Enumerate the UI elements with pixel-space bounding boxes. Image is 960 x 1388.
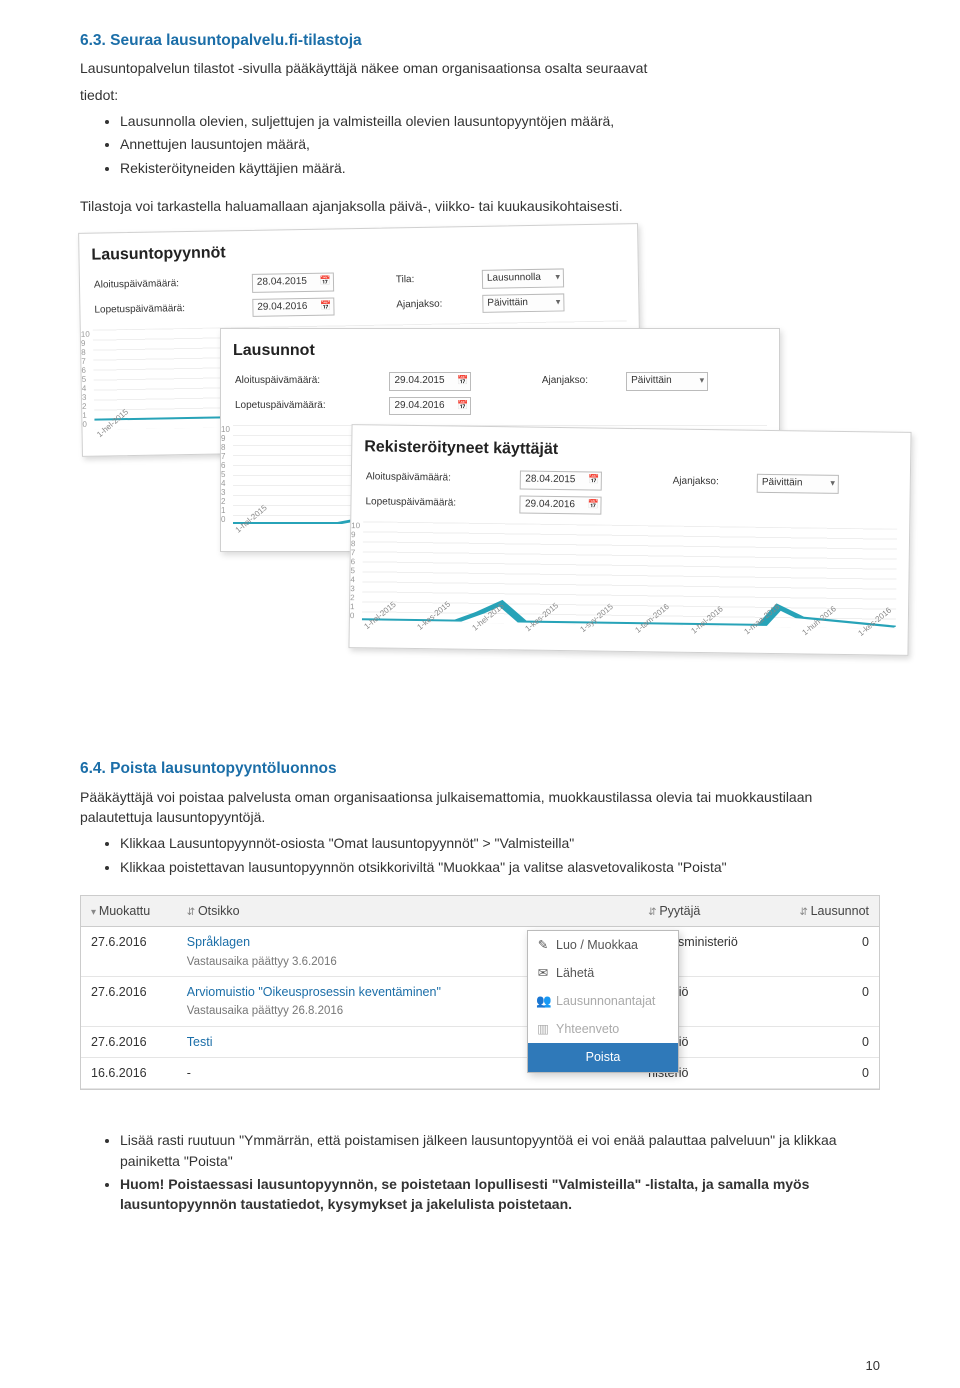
menu-item-yhteenveto[interactable]: ▥Yhteenveto <box>528 1015 678 1043</box>
cell-cnt: 0 <box>771 1027 879 1058</box>
cell-date: 27.6.2016 <box>81 1027 177 1058</box>
end-date-input[interactable]: 29.04.2016 <box>252 297 334 317</box>
bullet: Klikkaa Lausuntopyynnöt-osiosta "Omat la… <box>120 833 880 853</box>
cell-date: 27.6.2016 <box>81 977 177 1027</box>
footer-bullets: Lisää rasti ruutuun "Ymmärrän, että pois… <box>80 1130 880 1214</box>
row-sub: Vastausaika päättyy 26.8.2016 <box>187 1005 343 1017</box>
lbl-end: Lopetuspäivämäärä: <box>235 395 387 418</box>
bullet: Annettujen lausuntojen määrä, <box>120 134 880 154</box>
lbl-start: Aloituspäivämäärä: <box>235 370 387 393</box>
cell-cnt: 0 <box>771 1058 879 1089</box>
end-date-input[interactable]: 29.04.2016 <box>520 495 602 515</box>
x-axis: 1-hel-20151-kes-20151-hel-20151-kes-2015… <box>362 624 896 643</box>
col-modified[interactable]: Muokattu <box>81 896 177 927</box>
bullet: Lisää rasti ruutuun "Ymmärrän, että pois… <box>120 1130 880 1171</box>
end-date-input[interactable]: 29.04.2016 <box>389 397 471 416</box>
table-row[interactable]: 27.6.2016 Arviomuistio "Oikeusprosessin … <box>81 977 879 1027</box>
cell-date: 16.6.2016 <box>81 1058 177 1089</box>
menu-item-luo[interactable]: ✎Luo / Muokkaa <box>528 931 678 959</box>
start-date-input[interactable]: 29.04.2015 <box>389 372 471 391</box>
menu-item-poista[interactable]: Poista <box>528 1043 678 1071</box>
chart-title: Lausuntopyynnöt <box>91 235 625 268</box>
period-select[interactable]: Päivittäin <box>482 293 564 313</box>
cell-date: 27.6.2016 <box>81 927 177 977</box>
lbl-end: Lopetuspäivämäärä: <box>365 491 518 516</box>
heading-6-4: 6.4. Poista lausuntopyyntöluonnos <box>80 758 880 780</box>
lbl-end: Lopetuspäivämäärä: <box>94 297 250 322</box>
mail-icon: ✉ <box>536 964 550 982</box>
col-count[interactable]: Lausunnot <box>771 896 879 927</box>
page-number: 10 <box>866 1357 880 1376</box>
col-title[interactable]: Otsikko <box>177 896 508 927</box>
period-select[interactable]: Päivittäin <box>626 372 708 391</box>
lbl-period: Ajanjakso: <box>396 293 481 317</box>
lbl-start: Aloituspäivämäärä: <box>94 272 250 297</box>
bullets-6-4: Klikkaa Lausuntopyynnöt-osiosta "Omat la… <box>80 833 880 877</box>
start-date-input[interactable]: 28.04.2015 <box>252 273 334 293</box>
intro-6-3-b: tiedot: <box>80 85 880 105</box>
note-6-3: Tilastoja voi tarkastella haluamallaan a… <box>80 196 880 216</box>
row-sub: Vastausaika päättyy 3.6.2016 <box>187 956 337 968</box>
table-row[interactable]: 16.6.2016 - nisteriö 0 <box>81 1058 879 1089</box>
table-row[interactable]: 27.6.2016 Testi nisteriö 0 <box>81 1027 879 1058</box>
period-select[interactable]: Päivittäin <box>757 474 839 494</box>
bullet: Huom! Poistaessasi lausuntopyynnön, se p… <box>120 1174 880 1215</box>
menu-item-laheta[interactable]: ✉Lähetä <box>528 959 678 987</box>
col-requester[interactable]: Pyytäjä <box>638 896 771 927</box>
chart-title: Rekisteröityneet käyttäjät <box>364 436 898 467</box>
row-title-link[interactable]: Arviomuistio "Oikeusprosessin keventämin… <box>187 985 441 999</box>
lbl-state: Tila: <box>396 268 481 292</box>
lbl-period: Ajanjakso: <box>542 370 624 393</box>
row-title-link[interactable]: Språklagen <box>187 935 250 949</box>
chart-title: Lausunnot <box>233 339 767 362</box>
people-icon: 👥 <box>536 992 550 1010</box>
bullet: Rekisteröityneiden käyttäjien määrä. <box>120 158 880 178</box>
cell-cnt: 0 <box>771 927 879 977</box>
intro-6-3-a: Lausuntopalvelun tilastot -sivulla pääkä… <box>80 58 880 78</box>
huom-text: Poistaessasi lausuntopyynnön, se poistet… <box>120 1176 809 1212</box>
edit-icon: ✎ <box>536 936 550 954</box>
menu-item-lausunnonantajat[interactable]: 👥Lausunnonantajat <box>528 987 678 1015</box>
listing-screenshot: Muokattu Otsikko Pyytäjä Lausunnot 27.6.… <box>80 895 880 1090</box>
lbl-period: Ajanjakso: <box>672 471 755 495</box>
bullet: Klikkaa poistettavan lausuntopyynnön ots… <box>120 857 880 877</box>
row-title-link[interactable]: - <box>187 1066 191 1080</box>
chart-panel-rekisteroityneet: Rekisteröityneet käyttäjät Aloituspäiväm… <box>348 424 911 656</box>
start-date-input[interactable]: 28.04.2015 <box>520 471 602 491</box>
heading-6-3: 6.3. Seuraa lausuntopalvelu.fi-tilastoja <box>80 30 880 52</box>
bullet: Lausunnolla olevien, suljettujen ja valm… <box>120 111 880 131</box>
bar-chart-icon: ▥ <box>536 1020 550 1038</box>
cell-cnt: 0 <box>771 977 879 1027</box>
row-title-link[interactable]: Testi <box>187 1035 213 1049</box>
huom-label: Huom! <box>120 1176 168 1192</box>
table-row[interactable]: 27.6.2016 Språklagen Vastausaika päättyy … <box>81 927 879 977</box>
lbl-start: Aloituspäivämäärä: <box>366 467 519 492</box>
state-select[interactable]: Lausunnolla <box>482 269 564 289</box>
chart-stack: Lausuntopyynnöt Aloituspäivämäärä: 28.04… <box>80 228 880 708</box>
muokkaa-dropdown[interactable]: ✎Luo / Muokkaa ✉Lähetä 👥Lausunnonantajat… <box>527 930 679 1073</box>
intro-6-4: Pääkäyttäjä voi poistaa palvelusta oman … <box>80 787 880 828</box>
bullets-6-3: Lausunnolla olevien, suljettujen ja valm… <box>80 111 880 178</box>
